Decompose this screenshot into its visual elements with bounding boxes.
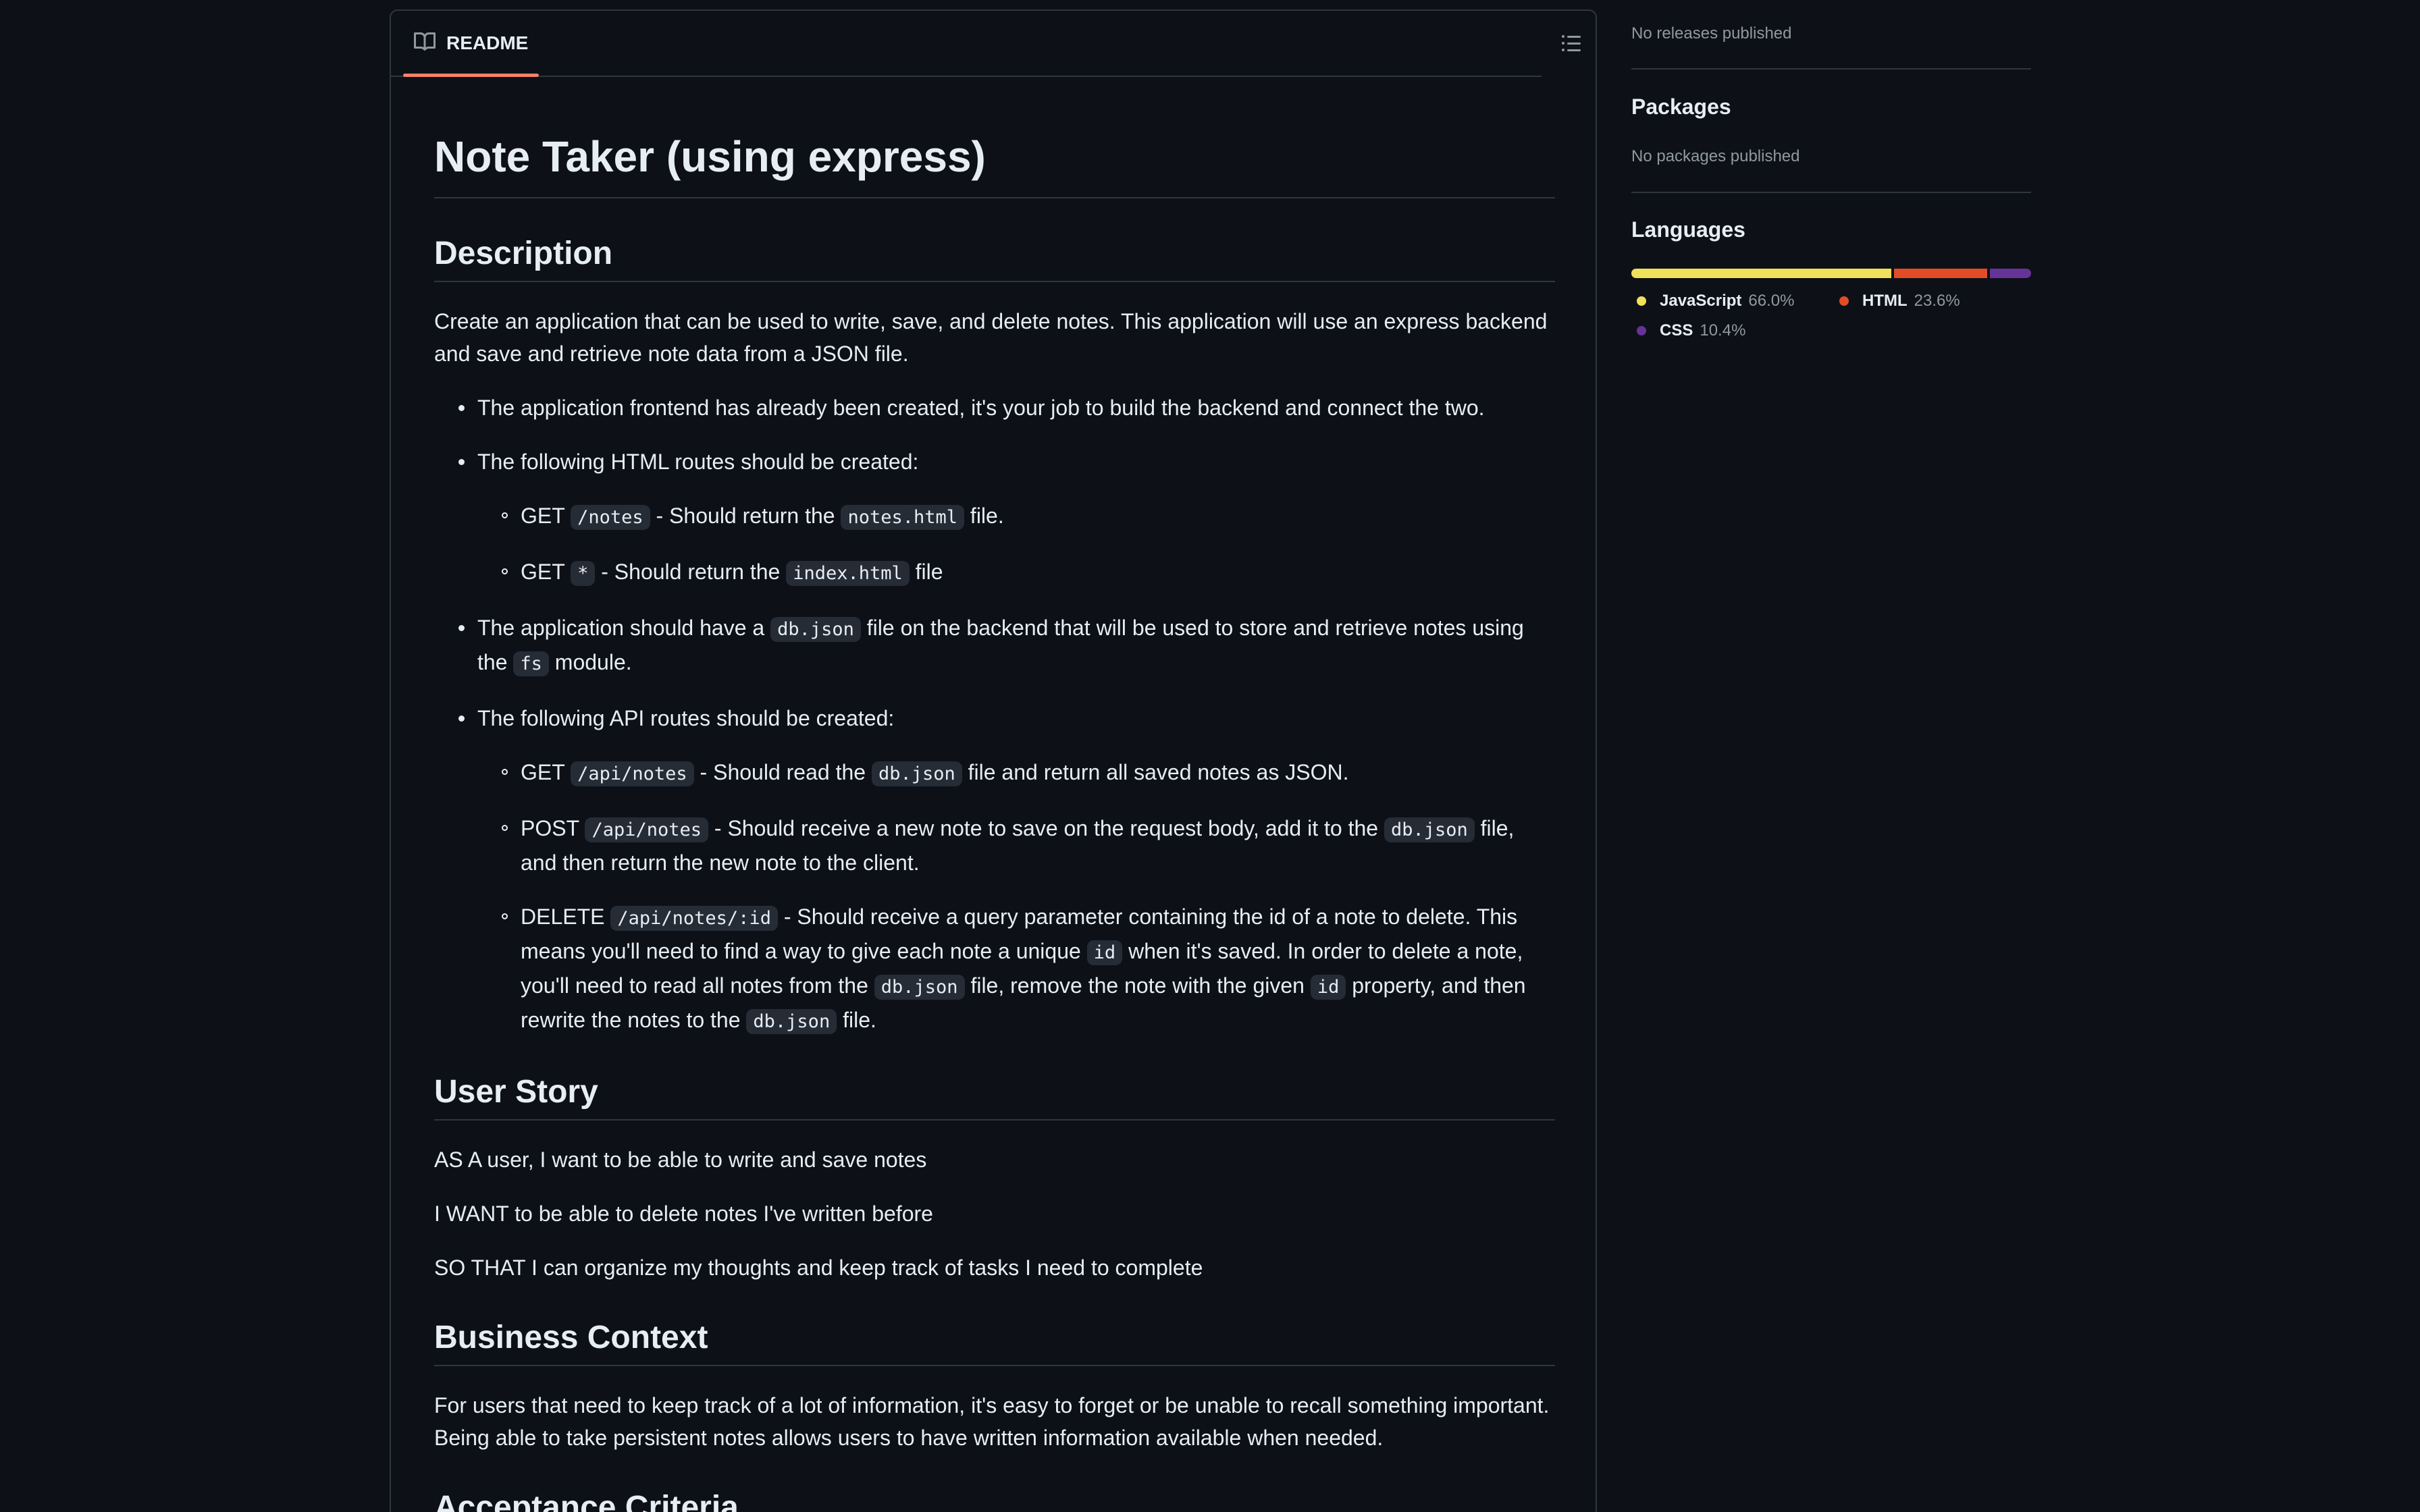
readme-tab-label: README — [446, 32, 529, 53]
list-item: GET /api/notes - Should read the db.json… — [502, 756, 1555, 790]
list-item: The application should have a db.json fi… — [458, 612, 1555, 680]
book-icon — [414, 31, 436, 56]
file-name: notes.html — [841, 505, 965, 530]
html-routes-list: GET /notes - Should return the notes.htm… — [477, 500, 1555, 590]
user-story-line: SO THAT I can organize my thoughts and k… — [434, 1256, 1203, 1280]
language-bar-segment — [1894, 269, 1988, 278]
readme-tab[interactable]: README — [402, 11, 540, 77]
description-text: Create an application that can be used t… — [434, 309, 1548, 366]
list-item: DELETE /api/notes/:id - Should receive a… — [502, 900, 1555, 1038]
language-color-dot — [1637, 296, 1646, 306]
http-method: DELETE — [521, 905, 605, 929]
user-story-line: AS A user, I want to be able to write an… — [434, 1148, 927, 1172]
user-story-heading: User Story — [434, 1073, 1555, 1120]
list-item-text: The application frontend has already bee… — [477, 396, 1485, 420]
list-item: The following API routes should be creat… — [458, 702, 1555, 1038]
list-item-text: module. — [554, 650, 632, 674]
language-item[interactable]: HTML 23.6% — [1834, 292, 1960, 310]
http-method: POST — [521, 816, 579, 840]
language-name: HTML — [1862, 292, 1908, 310]
list-item-text: The following HTML routes should be crea… — [477, 450, 919, 474]
language-percent: 10.4% — [1700, 321, 1746, 340]
language-item[interactable]: CSS 10.4% — [1631, 321, 1745, 340]
language-bar-segment — [1631, 269, 1892, 278]
route-text: file, remove the note with the given — [970, 973, 1305, 998]
description-heading: Description — [434, 235, 1555, 282]
list-item: The following HTML routes should be crea… — [458, 446, 1555, 590]
list-item: GET /notes - Should return the notes.htm… — [502, 500, 1555, 534]
route-path: /notes — [571, 505, 650, 530]
business-context-text: For users that need to keep track of a l… — [434, 1393, 1550, 1450]
acceptance-criteria-heading: Acceptance Criteria — [434, 1489, 1555, 1512]
route-path: * — [571, 561, 596, 586]
language-name: CSS — [1660, 321, 1693, 340]
http-method: GET — [521, 504, 565, 528]
file-name: index.html — [786, 561, 910, 586]
divider — [1631, 192, 2031, 193]
language-item[interactable]: JavaScript 66.0% — [1631, 292, 1794, 310]
languages-heading: Languages — [1631, 217, 1745, 242]
business-context-heading: Business Context — [434, 1319, 1555, 1366]
route-path: /api/notes — [585, 817, 708, 842]
divider — [1631, 68, 2031, 70]
module-name: fs — [513, 651, 549, 676]
route-text: file and return all saved notes as JSON. — [968, 760, 1349, 784]
api-routes-list: GET /api/notes - Should read the db.json… — [477, 756, 1555, 1038]
route-text: - Should return the — [601, 560, 781, 584]
language-percent: 23.6% — [1914, 292, 1960, 310]
inline-code: id — [1086, 940, 1123, 965]
route-path: /api/notes — [571, 761, 694, 786]
releases-empty-text: No releases published — [1631, 24, 1792, 43]
language-color-dot — [1637, 326, 1646, 335]
route-text: file — [915, 560, 943, 584]
list-item-text: The application should have a — [477, 616, 765, 640]
route-text: - Should return the — [656, 504, 835, 528]
inline-code: id — [1310, 975, 1346, 1000]
language-percent: 66.0% — [1748, 292, 1795, 310]
route-text: file. — [970, 504, 1004, 528]
list-item: GET * - Should return the index.html fil… — [502, 556, 1555, 590]
outline-list-icon[interactable] — [1558, 30, 1585, 57]
readme-title: Note Taker (using express) — [434, 76, 1555, 198]
route-text: - Should receive a new note to save on t… — [714, 816, 1379, 840]
list-item-text: The following API routes should be creat… — [477, 706, 895, 730]
route-text: - Should read the — [700, 760, 866, 784]
file-name: db.json — [770, 617, 861, 642]
readme-body: Note Taker (using express) Description C… — [434, 76, 1555, 1512]
readme-card: README Note Taker (using express) Descri… — [390, 9, 1597, 1512]
language-color-dot — [1839, 296, 1849, 306]
packages-empty-text: No packages published — [1631, 147, 1800, 165]
route-text: file. — [843, 1008, 876, 1032]
requirements-list: The application frontend has already bee… — [434, 392, 1555, 1038]
language-name: JavaScript — [1660, 292, 1742, 310]
file-name: db.json — [871, 761, 962, 786]
route-path: /api/notes/:id — [610, 906, 778, 931]
languages-bar — [1631, 269, 2031, 278]
file-name: db.json — [746, 1009, 837, 1034]
readme-header: README — [391, 11, 1581, 77]
packages-heading[interactable]: Packages — [1631, 94, 1731, 119]
file-name: db.json — [874, 975, 965, 1000]
list-item: POST /api/notes - Should receive a new n… — [502, 812, 1555, 879]
http-method: GET — [521, 560, 565, 584]
user-story-line: I WANT to be able to delete notes I've w… — [434, 1202, 933, 1226]
list-item: The application frontend has already bee… — [458, 392, 1555, 424]
language-bar-segment — [1990, 269, 2031, 278]
http-method: GET — [521, 760, 565, 784]
file-name: db.json — [1384, 817, 1475, 842]
